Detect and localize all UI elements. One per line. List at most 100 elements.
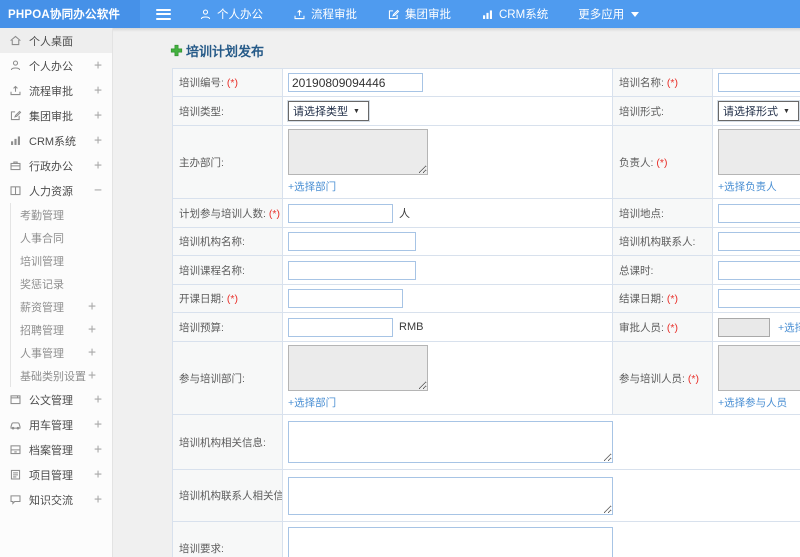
form-row: 计划参与培训人数: (*) 人 培训地点: (172, 198, 800, 228)
sidebar-item-CRM系统[interactable]: CRM系统 + (0, 128, 112, 153)
info-textarea[interactable] (288, 527, 613, 557)
field-label: 培训形式: (619, 105, 664, 118)
sidebar-item-label: 知识交流 (29, 494, 73, 507)
field-wrap (718, 203, 800, 223)
field-label: 培训预算: (179, 321, 224, 334)
sidebar-subitem-人事管理[interactable]: 人事管理 + (11, 341, 112, 364)
picker-input[interactable] (718, 317, 770, 337)
topnav-item[interactable]: 个人办公 (199, 6, 263, 22)
picker-link[interactable]: +选择部门 (288, 397, 336, 409)
text-input[interactable] (288, 260, 416, 280)
form-row: 培训课程名称: 总课时: (172, 255, 800, 285)
sidebar-subitem-基础类别设置[interactable]: 基础类别设置 + (11, 364, 112, 387)
text-input[interactable] (718, 73, 800, 92)
field-label: 总课时: (619, 264, 654, 277)
info-textarea[interactable] (288, 476, 613, 515)
sidebar-item-label: 公文管理 (29, 394, 73, 407)
topnav-item-label: 个人办公 (217, 9, 263, 21)
sidebar-item-知识交流[interactable]: 知识交流 + (0, 487, 112, 512)
picker-textarea[interactable] (288, 345, 428, 391)
field-label: 培训名称: (619, 77, 664, 89)
edit-approval-icon (387, 8, 400, 21)
training-plan-form: 培训编号:(*)培训名称:(*)培训类型:请选择类型▼培训形式:请选择形式▼主办… (172, 68, 800, 557)
picker-textarea[interactable] (718, 345, 800, 391)
sidebar-subitem-人事合同[interactable]: 人事合同 (11, 226, 112, 249)
text-input[interactable] (718, 203, 800, 223)
sidebar-subitem-薪资管理[interactable]: 薪资管理 + (11, 295, 112, 318)
sidebar-item-行政办公[interactable]: 行政办公 + (0, 153, 112, 178)
user-icon (9, 59, 22, 72)
sidebar-subitem-奖惩记录[interactable]: 奖惩记录 (11, 272, 112, 295)
expand-icon: + (94, 133, 102, 148)
sidebar-subitem-招聘管理[interactable]: 招聘管理 + (11, 318, 112, 341)
sidebar-item-人力资源[interactable]: 人力资源 − (0, 178, 112, 203)
sidebar-item-档案管理[interactable]: 档案管理 + (0, 437, 112, 462)
picker-link[interactable]: +选择负责人 (718, 181, 777, 193)
field-input-cell: +选择部门 (282, 125, 613, 199)
sidebar-subitem-考勤管理[interactable]: 考勤管理 (11, 203, 112, 226)
form-row: 培训预算: RMB 审批人员:(*) +选择审批人员 (172, 312, 800, 342)
expand-icon: + (94, 83, 102, 98)
sidebar-subitem-培训管理[interactable]: 培训管理 (11, 249, 112, 272)
field-wrap: +选择部门 (288, 345, 608, 411)
menu-toggle-icon[interactable] (156, 8, 171, 20)
text-input[interactable] (718, 289, 800, 308)
picker-link-row: +选择部门 (288, 177, 608, 195)
text-input[interactable] (288, 203, 393, 223)
field-label-cell: 培训要求: (172, 521, 283, 557)
expand-icon: + (88, 368, 96, 383)
field-label-cell: 培训形式: (612, 96, 713, 126)
text-input[interactable] (288, 232, 416, 251)
sidebar-item-个人办公[interactable]: 个人办公 + (0, 53, 112, 78)
field-wrap: 人 (288, 203, 410, 223)
field-label: 培训课程名称: (179, 264, 245, 277)
sidebar-item-label: 行政办公 (29, 160, 73, 173)
field-wrap (288, 476, 800, 515)
sidebar-item-流程审批[interactable]: 流程审批 + (0, 78, 112, 103)
sidebar-item-label: 考勤管理 (20, 209, 64, 222)
text-input[interactable] (288, 73, 423, 92)
topnav-item[interactable]: 更多应用 (578, 6, 640, 22)
dropdown-select[interactable]: 请选择形式 ▼ (717, 100, 800, 122)
field-wrap (718, 73, 800, 92)
sidebar-item-label: 流程审批 (29, 85, 73, 98)
sidebar-item-用车管理[interactable]: 用车管理 + (0, 412, 112, 437)
dropdown-select[interactable]: 请选择类型 ▼ (287, 100, 370, 122)
field-wrap: +选择审批人员 (718, 317, 800, 337)
sidebar-item-个人桌面[interactable]: 个人桌面 (0, 28, 112, 53)
info-textarea[interactable] (288, 421, 613, 463)
picker-link[interactable]: +选择部门 (288, 181, 336, 193)
picker-textarea[interactable] (288, 129, 428, 175)
sidebar-item-项目管理[interactable]: 项目管理 + (0, 462, 112, 487)
field-wrap: RMB (288, 317, 423, 337)
picker-link[interactable]: +选择审批人员 (778, 322, 800, 334)
topnav-item[interactable]: CRM系统 (481, 6, 548, 22)
text-input[interactable] (288, 317, 393, 337)
field-label-cell: 培训预算: (172, 312, 283, 342)
field-label: 主办部门: (179, 156, 224, 169)
text-input[interactable] (718, 232, 800, 251)
form-row: 培训机构名称: 培训机构联系人: (172, 227, 800, 256)
expand-icon: + (94, 492, 102, 507)
text-input[interactable] (718, 260, 800, 280)
sidebar-item-公文管理[interactable]: 公文管理 + (0, 387, 112, 412)
app-logo: PHPOA协同办公软件 (0, 0, 140, 28)
topnav-item[interactable]: 集团审批 (387, 6, 451, 22)
field-label: 培训地点: (619, 207, 664, 220)
field-input-cell (282, 414, 800, 470)
picker-textarea[interactable] (718, 129, 800, 175)
picker-link[interactable]: +选择参与人员 (718, 397, 787, 409)
form-row: 开课日期: (*) 结课日期: (*) (172, 284, 800, 313)
field-label-cell: 培训机构联系人: (612, 227, 713, 256)
topnav-item-label: 流程审批 (311, 9, 357, 21)
topnav-item[interactable]: 流程审批 (293, 6, 357, 22)
text-input[interactable] (288, 289, 403, 308)
sidebar-item-集团审批[interactable]: 集团审批 + (0, 103, 112, 128)
add-plus-icon (170, 44, 183, 57)
expand-icon: + (94, 467, 102, 482)
field-label: 结课日期: (619, 293, 664, 305)
form-row: 主办部门: +选择部门 负责人: (*) +选择负责人 (172, 125, 800, 199)
field-wrap: +选择部门 (288, 129, 608, 195)
sidebar-item-label: 个人办公 (29, 60, 73, 73)
expand-icon: + (94, 158, 102, 173)
